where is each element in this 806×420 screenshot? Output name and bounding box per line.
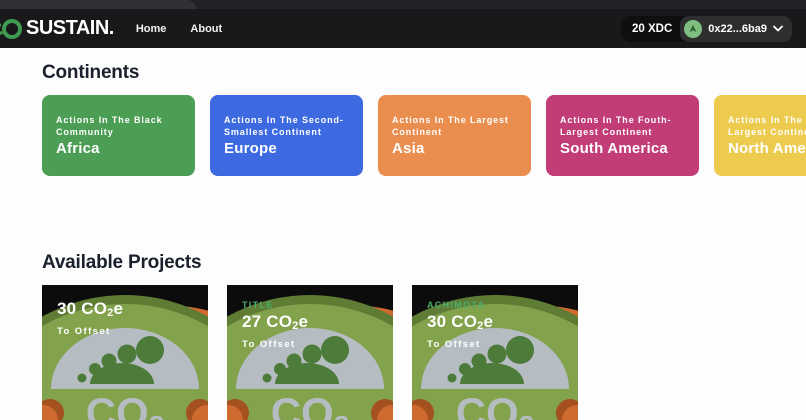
- nav-links: Home About: [136, 23, 222, 35]
- continent-card-subtitle: Actions In The Second-Smallest Continent: [224, 114, 349, 138]
- project-offset-label: To Offset: [57, 326, 123, 337]
- continent-card-subtitle: Actions In The Fouth-Largest Continent: [560, 114, 685, 138]
- continent-card-name: Africa: [56, 140, 181, 157]
- project-co2-value: 30 CO2e: [427, 312, 493, 336]
- continent-card-row: Actions In The Black Community Africa Ac…: [42, 95, 806, 176]
- page-content: Continents Actions In The Black Communit…: [0, 48, 806, 420]
- continent-card-subtitle: Actions In The Largest Continent: [392, 114, 517, 138]
- project-card-row: CO2 30 CO2e To Offset: [42, 285, 806, 420]
- continent-card[interactable]: Actions In The Third-Largest Continent N…: [714, 95, 806, 176]
- nav-link-home[interactable]: Home: [136, 23, 167, 35]
- continent-card-name: South America: [560, 140, 685, 157]
- wallet-address: 0x22...6ba9: [708, 23, 767, 35]
- browser-tab[interactable]: [0, 0, 196, 9]
- project-title: ACHIMOTA: [427, 299, 493, 312]
- brand-name: SUSTAIN.: [26, 17, 114, 40]
- xdc-token-icon: [684, 20, 702, 38]
- project-overlay-text: ACHIMOTA 30 CO2e To Offset: [427, 299, 493, 350]
- project-overlay-text: 30 CO2e To Offset: [57, 299, 123, 337]
- project-co2-value: 30 CO2e: [57, 299, 123, 323]
- project-card[interactable]: CO2 TITLE 27 CO2e To Offset: [227, 285, 393, 420]
- browser-chrome: [0, 0, 806, 9]
- project-card[interactable]: CO2 ACHIMOTA 30 CO2e To Offset: [412, 285, 578, 420]
- project-title: TITLE: [242, 299, 308, 312]
- continent-card-name: Asia: [392, 140, 517, 157]
- continent-card[interactable]: Actions In The Largest Continent Asia: [378, 95, 531, 176]
- chevron-down-icon: [773, 25, 783, 32]
- projects-heading: Available Projects: [42, 252, 806, 274]
- continent-card-subtitle: Actions In The Third-Largest Continent: [728, 114, 806, 138]
- project-overlay-text: TITLE 27 CO2e To Offset: [242, 299, 308, 350]
- continent-card[interactable]: Actions In The Black Community Africa: [42, 95, 195, 176]
- continent-card-subtitle: Actions In The Black Community: [56, 114, 181, 138]
- eco-cloud-icon: [0, 15, 26, 43]
- project-offset-label: To Offset: [242, 339, 308, 350]
- navbar: SUSTAIN. Home About 20 XDC 0x22...6ba9: [0, 9, 806, 48]
- brand-logo[interactable]: SUSTAIN.: [0, 15, 114, 43]
- wallet-balance: 20 XDC: [632, 23, 672, 35]
- continent-card-name: Europe: [224, 140, 349, 157]
- project-co2-value: 27 CO2e: [242, 312, 308, 336]
- continent-card[interactable]: Actions In The Fouth-Largest Continent S…: [546, 95, 699, 176]
- project-offset-label: To Offset: [427, 339, 493, 350]
- continents-heading: Continents: [42, 62, 806, 84]
- nav-link-about[interactable]: About: [190, 23, 222, 35]
- wallet-account-button[interactable]: 0x22...6ba9: [680, 16, 792, 42]
- continent-card[interactable]: Actions In The Second-Smallest Continent…: [210, 95, 363, 176]
- continent-card-name: North America: [728, 140, 806, 157]
- project-card[interactable]: CO2 30 CO2e To Offset: [42, 285, 208, 420]
- wallet-widget: 20 XDC 0x22...6ba9: [621, 16, 792, 42]
